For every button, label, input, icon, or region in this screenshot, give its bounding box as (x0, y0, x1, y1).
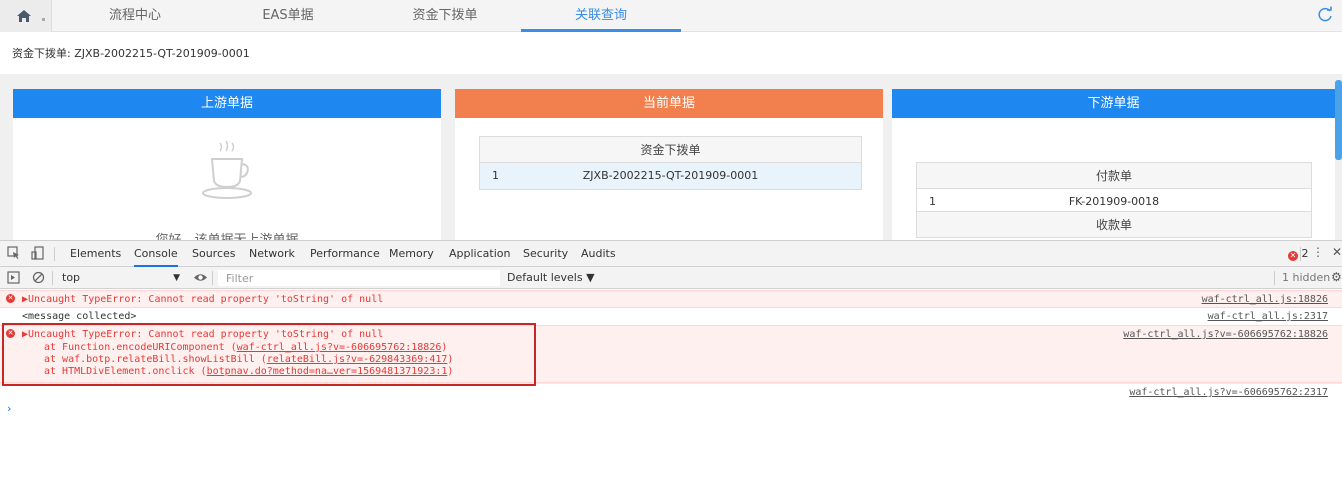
toolbar-divider (54, 247, 55, 261)
receipt-bill-table: 收款单 (916, 211, 1312, 238)
upstream-panel-title: 上游单据 (13, 89, 441, 118)
filter-input[interactable] (218, 270, 500, 286)
home-button[interactable] (0, 0, 52, 32)
error-count: 2 (1301, 247, 1309, 260)
payment-bill-table: 付款单 1 FK-201909-0018 (916, 162, 1312, 216)
refresh-icon[interactable] (1316, 6, 1334, 24)
tab-eas-bill[interactable]: EAS单据 (208, 0, 368, 32)
error-icon: ✕ (6, 294, 15, 303)
row-number: 1 (492, 169, 499, 182)
device-toggle-icon[interactable] (31, 246, 45, 260)
devtools-tab-memory[interactable]: Memory (389, 241, 434, 267)
context-value: top (62, 271, 81, 284)
highlight-annotation-box (2, 323, 536, 386)
devtools-tab-elements[interactable]: Elements (70, 241, 121, 267)
app-tab-bar: 流程中心 EAS单据 资金下拨单 关联查询 (0, 0, 1342, 32)
toolbar-divider (212, 271, 213, 285)
console-toolbar: top ▼ Default levels ▼ 1 hidden ⚙ (0, 267, 1342, 289)
table-header: 收款单 (917, 212, 1311, 238)
tab-fund-allocation[interactable]: 资金下拨单 (365, 0, 525, 32)
sidebar-toggle-icon[interactable] (7, 271, 20, 284)
table-header: 资金下拨单 (480, 137, 861, 163)
current-panel: 当前单据 资金下拨单 1 ZJXB-2002215-QT-201909-0001 (455, 89, 883, 249)
downstream-panel-title: 下游单据 (892, 89, 1335, 118)
devtools-tab-sources[interactable]: Sources (192, 241, 236, 267)
clear-console-icon[interactable] (32, 271, 45, 284)
devtools-tab-audits[interactable]: Audits (581, 241, 616, 267)
log-levels-dropdown[interactable]: Default levels ▼ (507, 271, 595, 284)
source-link[interactable]: waf-ctrl_all.js:18826 (1202, 294, 1328, 305)
tab-related-query[interactable]: 关联查询 (521, 0, 681, 32)
row-value[interactable]: ZJXB-2002215-QT-201909-0001 (480, 163, 861, 189)
settings-gear-icon[interactable]: ⚙ (1331, 270, 1342, 284)
devtools-tab-security[interactable]: Security (523, 241, 568, 267)
chevron-down-icon: ▼ (173, 273, 180, 283)
error-count-badge[interactable]: ✕ 2 (1288, 247, 1309, 261)
devtools-tab-bar: Elements Console Sources Network Perform… (0, 241, 1342, 267)
console-prompt[interactable]: › (7, 402, 11, 415)
close-icon[interactable]: ✕ (1332, 245, 1342, 259)
home-icon (17, 10, 31, 22)
devtools-tab-network[interactable]: Network (249, 241, 295, 267)
hidden-count: 1 hidden (1282, 271, 1331, 284)
error-message[interactable]: ▶Uncaught TypeError: Cannot read propert… (22, 294, 383, 305)
bill-number-label: 资金下拨单: ZJXB-2002215-QT-201909-0001 (12, 47, 250, 60)
info-message: <message collected> (22, 311, 137, 322)
devtools-tab-performance[interactable]: Performance (310, 241, 380, 267)
context-selector[interactable]: top ▼ (56, 270, 186, 286)
more-options-icon[interactable]: ⋮ (1312, 245, 1324, 259)
table-header: 付款单 (917, 163, 1311, 189)
source-link[interactable]: waf-ctrl_all.js:2317 (1208, 311, 1328, 322)
toolbar-divider (52, 271, 53, 285)
current-panel-title: 当前单据 (455, 89, 883, 118)
current-bill-table: 资金下拨单 1 ZJXB-2002215-QT-201909-0001 (479, 136, 862, 190)
devtools-tab-application[interactable]: Application (449, 241, 510, 267)
page-scrollbar[interactable] (1335, 80, 1342, 160)
eye-icon[interactable] (193, 272, 208, 283)
home-indicator (42, 18, 45, 21)
downstream-panel: 下游单据 付款单 1 FK-201909-0018 收款单 (892, 89, 1335, 249)
toolbar-divider (1274, 271, 1275, 285)
source-link[interactable]: waf-ctrl_all.js?v=-606695762:18826 (1123, 329, 1328, 340)
console-error-row[interactable]: ✕ ▶Uncaught TypeError: Cannot read prope… (0, 290, 1342, 308)
devtools-tab-console[interactable]: Console (134, 241, 178, 267)
empty-state (13, 139, 441, 206)
upstream-panel: 上游单据 您好，该单据无上游单据 (13, 89, 441, 249)
tab-process-center[interactable]: 流程中心 (55, 0, 215, 32)
error-icon: ✕ (1288, 251, 1298, 261)
toolbar-divider (1300, 247, 1301, 261)
coffee-cup-icon (201, 140, 252, 199)
table-row[interactable]: 1 ZJXB-2002215-QT-201909-0001 (480, 163, 861, 189)
inspect-element-icon[interactable] (7, 246, 21, 260)
source-link[interactable]: waf-ctrl_all.js?v=-606695762:2317 (1129, 387, 1328, 398)
